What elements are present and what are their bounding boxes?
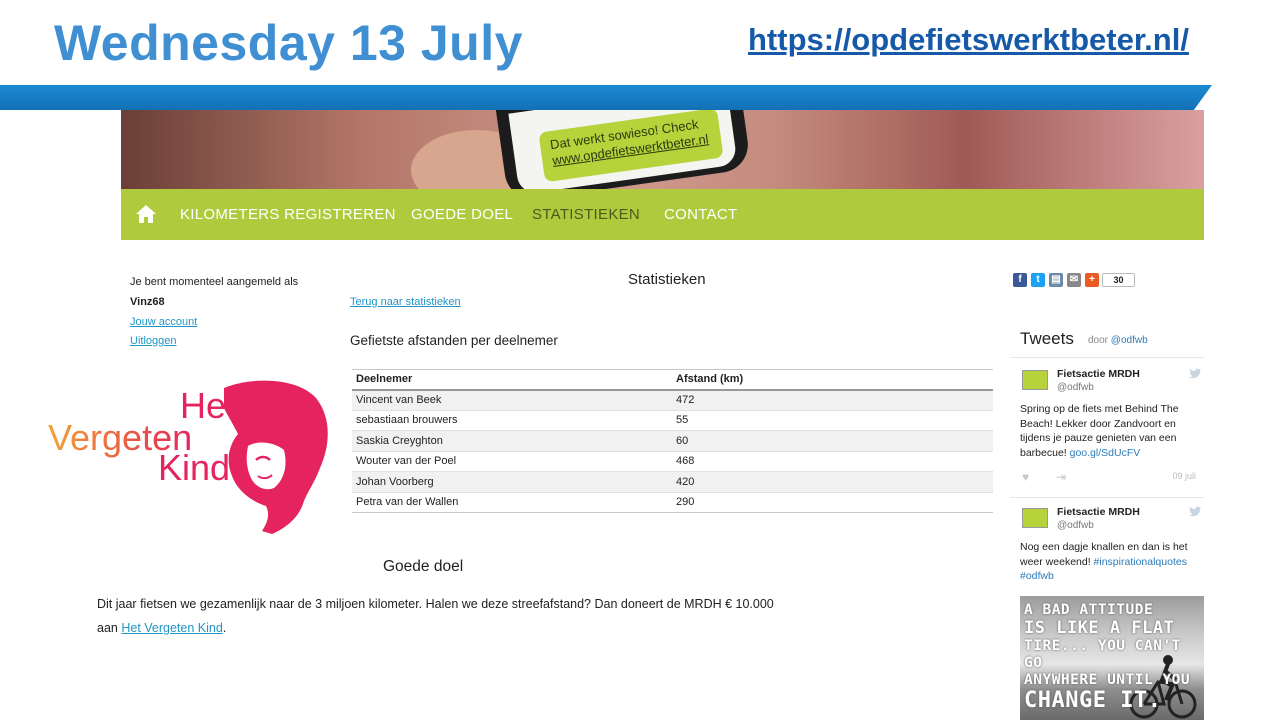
tweet-author-handle[interactable]: @odfwb [1057, 520, 1094, 531]
goal-title: Goede doel [383, 558, 464, 575]
slide-url-link[interactable]: https://opdefietswerktbeter.nl/ [748, 22, 1189, 58]
participant-name: Johan Voorberg [352, 471, 672, 492]
quote-line: A BAD ATTITUDE [1024, 602, 1154, 618]
distance-table: Deelnemer Afstand (km) Vincent van Beek … [352, 369, 993, 513]
main-nav: KILOMETERS REGISTREREN GOEDE DOEL STATIS… [121, 189, 1204, 240]
participant-distance: 60 [672, 430, 993, 451]
twitter-bird-icon[interactable] [1188, 368, 1202, 379]
hero-banner: Dat werkt sowieso! Check www.opdefietswe… [121, 110, 1204, 189]
email-icon[interactable]: ✉ [1067, 273, 1081, 287]
goal-text-end: . [222, 621, 227, 635]
tweet-actions: ♥ ⇥ 09 juli [1020, 470, 1202, 485]
logo-text-kind: Kind [158, 447, 230, 488]
participant-name: Wouter van der Poel [352, 450, 672, 472]
page-title: Statistieken [628, 271, 706, 288]
goal-text: Dit jaar fietsen we gezamenlijk naar de … [97, 592, 777, 640]
tweet-author-name[interactable]: Fietsactie MRDH [1057, 506, 1140, 518]
column-header-distance: Afstand (km) [672, 369, 993, 391]
table-row: Wouter van der Poel 468 [352, 450, 993, 472]
tweet-item: Fietsactie MRDH @odfwb Nog een dagje kna… [1010, 500, 1204, 592]
table-row: Vincent van Beek 472 [352, 389, 993, 410]
tweet-author-handle[interactable]: @odfwb [1057, 382, 1094, 393]
table-row: sebastiaan brouwers 55 [352, 409, 993, 431]
tweet-body: Spring op de fiets met Behind The Beach!… [1020, 402, 1202, 460]
avatar[interactable] [1022, 370, 1048, 390]
twitter-bird-icon[interactable] [1188, 506, 1202, 517]
tweets-by: door @odfwb [1088, 335, 1148, 346]
twitter-icon[interactable]: t [1031, 273, 1045, 287]
share-icon[interactable]: ⇥ [1056, 470, 1066, 484]
print-icon[interactable]: ▤ [1049, 273, 1063, 287]
plus-share-icon[interactable]: + [1085, 273, 1099, 287]
participant-distance: 290 [672, 491, 993, 513]
home-icon[interactable] [135, 203, 157, 225]
quote-line: CHANGE IT. [1024, 688, 1162, 713]
back-to-stats-link[interactable]: Terug naar statistieken [350, 296, 461, 308]
tweets-title: Tweets [1020, 329, 1074, 348]
tweet-author-name[interactable]: Fietsactie MRDH [1057, 368, 1140, 380]
nav-item-kilometers[interactable]: KILOMETERS REGISTREREN [180, 206, 396, 223]
tweet-item: Fietsactie MRDH @odfwb Spring op de fiet… [1010, 362, 1204, 496]
participant-distance: 55 [672, 409, 993, 431]
quote-line: ANYWHERE UNTIL YOU [1024, 672, 1191, 688]
table-row: Johan Voorberg 420 [352, 471, 993, 492]
column-header-participant: Deelnemer [352, 369, 672, 391]
quote-text: A BAD ATTITUDE IS LIKE A FLAT TIRE... YO… [1024, 602, 1204, 713]
table-row: Petra van der Wallen 290 [352, 491, 993, 513]
participant-name: Saskia Creyghton [352, 430, 672, 451]
slide-title: Wednesday 13 July [54, 15, 523, 71]
participant-name: Petra van der Wallen [352, 491, 672, 513]
login-status-text: Je bent momenteel aangemeld als [130, 276, 299, 288]
tweet-link[interactable]: goo.gl/SdUcFV [1070, 447, 1141, 459]
tweets-by-prefix: door [1088, 335, 1109, 346]
quote-line: IS LIKE A FLAT [1024, 618, 1175, 638]
het-vergeten-kind-logo: Het Vergeten Kind [48, 380, 328, 534]
quote-line: TIRE... YOU CAN'T GO [1024, 638, 1181, 671]
quote-image[interactable]: A BAD ATTITUDE IS LIKE A FLAT TIRE... YO… [1020, 596, 1204, 720]
avatar[interactable] [1022, 508, 1048, 528]
table-header-row: Deelnemer Afstand (km) [352, 369, 993, 391]
tweet-divider [1010, 497, 1204, 498]
nav-item-goede-doel[interactable]: GOEDE DOEL [411, 206, 513, 223]
tweet-date[interactable]: 09 juli [1172, 471, 1196, 481]
participant-name: sebastiaan brouwers [352, 409, 672, 431]
tweets-header: Tweets door @odfwb [1010, 328, 1204, 358]
nav-item-contact[interactable]: CONTACT [664, 206, 737, 223]
participant-distance: 420 [672, 471, 993, 492]
section-subtitle: Gefietste afstanden per deelnemer [350, 333, 558, 348]
share-count: 30 [1102, 273, 1135, 287]
logout-link[interactable]: Uitloggen [130, 335, 176, 347]
header-band [0, 85, 1212, 110]
participant-distance: 468 [672, 450, 993, 472]
tweets-by-handle[interactable]: @odfwb [1111, 335, 1148, 346]
login-username: Vinz68 [130, 296, 165, 308]
het-vergeten-kind-link[interactable]: Het Vergeten Kind [121, 621, 222, 635]
table-row: Saskia Creyghton 60 [352, 430, 993, 451]
tweet-body: Nog een dagje knallen en dan is het weer… [1020, 540, 1202, 584]
nav-item-statistieken[interactable]: STATISTIEKEN [532, 206, 640, 223]
account-link[interactable]: Jouw account [130, 316, 197, 328]
participant-name: Vincent van Beek [352, 389, 672, 410]
heart-icon[interactable]: ♥ [1022, 470, 1029, 484]
participant-distance: 472 [672, 389, 993, 410]
facebook-icon[interactable]: f [1013, 273, 1027, 287]
